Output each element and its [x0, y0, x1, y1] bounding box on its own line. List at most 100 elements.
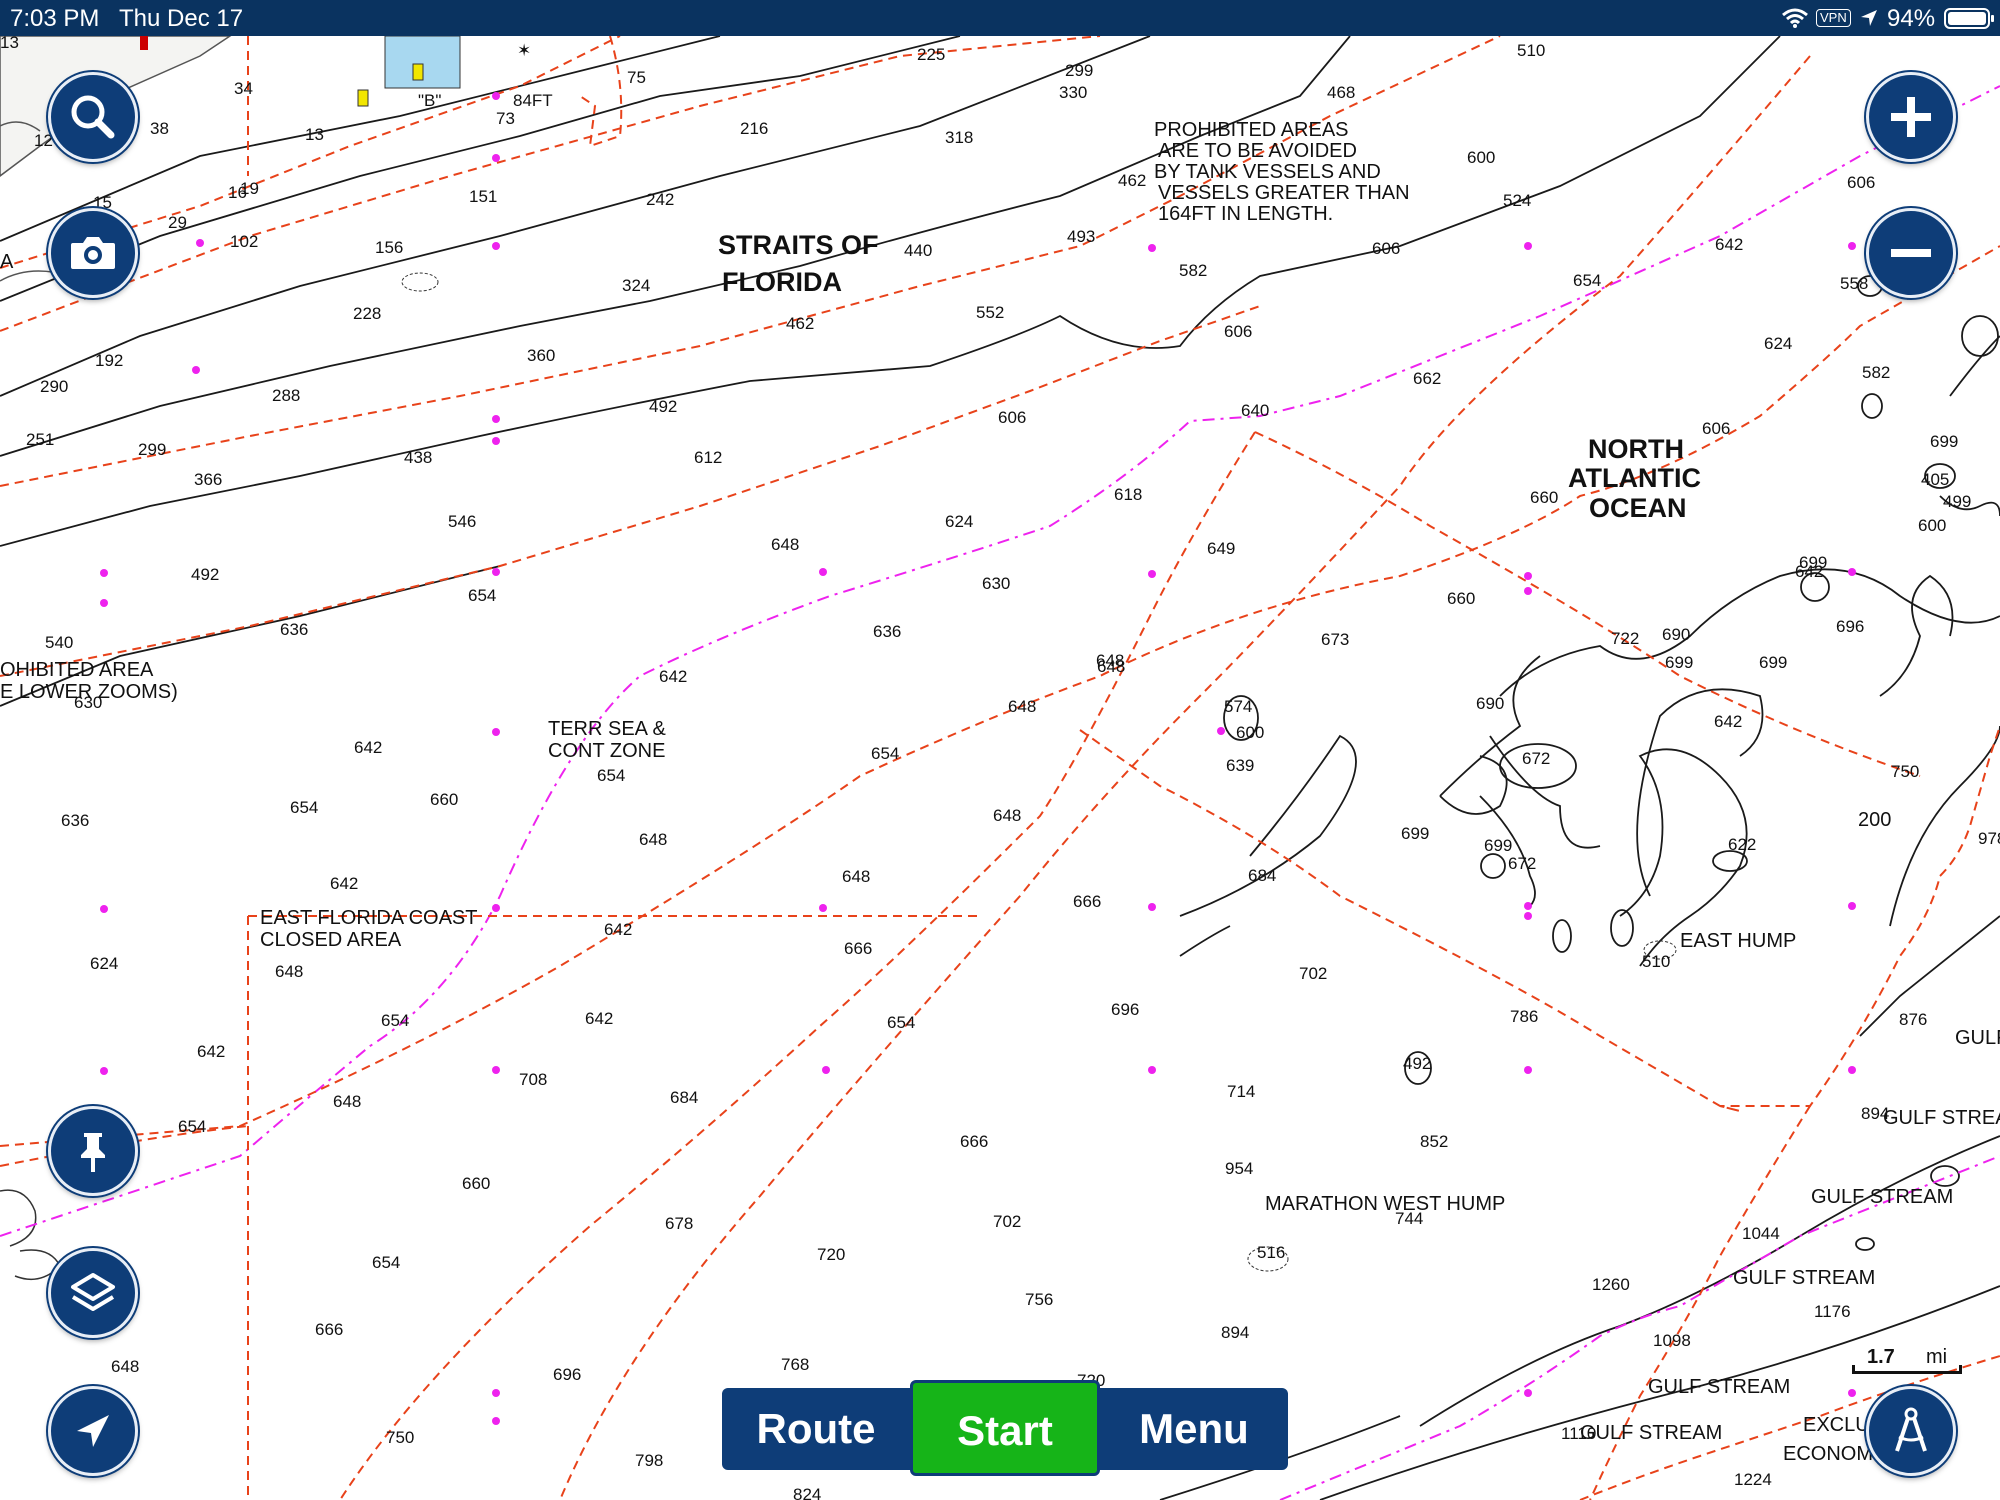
sounding: 696	[1111, 1000, 1139, 1019]
sounding: 768	[781, 1355, 809, 1374]
sounding: 672	[1508, 854, 1536, 873]
label-gulf-5: GULF STREAM	[1648, 1376, 1790, 1398]
sounding: 624	[945, 512, 973, 531]
sounding: 636	[873, 622, 901, 641]
label-prohibited-area-1: OHIBITED AREA	[0, 659, 154, 681]
nautical-chart[interactable]: ✶ STRAITS OF FLORIDA NORTH ATLANTIC OCEA…	[0, 36, 2000, 1500]
route-button[interactable]: Route	[722, 1388, 910, 1470]
sounding: 624	[90, 954, 118, 973]
sounding: 648	[333, 1092, 361, 1111]
label-exclusive-1: EXCLU	[1803, 1414, 1870, 1436]
sounding: 954	[1225, 1159, 1253, 1178]
sounding: 330	[1059, 83, 1087, 102]
locate-button[interactable]	[48, 1386, 138, 1476]
sounding: 324	[622, 276, 650, 295]
label-prohibited-4: VESSELS GREATER THAN	[1158, 182, 1410, 204]
label-gulf-3: GULF STREAM	[1811, 1186, 1953, 1208]
sounding: 468	[1327, 83, 1355, 102]
pushpin-icon	[81, 1133, 105, 1172]
sounding: 714	[1227, 1082, 1255, 1101]
label-north-atlantic-3: OCEAN	[1589, 493, 1687, 523]
label-terr-sea-1: TERR SEA &	[548, 718, 666, 740]
sounding: 600	[1467, 148, 1495, 167]
sounding: 648	[639, 830, 667, 849]
camera-button[interactable]	[48, 208, 138, 298]
sounding: 251	[26, 430, 54, 449]
sounding: 978	[1978, 829, 2000, 848]
sounding: 34	[234, 79, 253, 98]
sounding: 552	[976, 303, 1004, 322]
sounding: 405	[1921, 470, 1949, 489]
sounding: 798	[635, 1451, 663, 1470]
sounding: 666	[315, 1320, 343, 1339]
sounding: 299	[138, 440, 166, 459]
sounding: 642	[1714, 712, 1742, 731]
sounding: 1224	[1734, 1470, 1772, 1489]
label-straits-of-florida-1: STRAITS OF	[718, 230, 879, 260]
sounding: 524	[1503, 191, 1531, 210]
zoom-in-button[interactable]	[1866, 72, 1956, 162]
sounding: 582	[1179, 261, 1207, 280]
sounding: 648	[1097, 657, 1125, 676]
sounding: 894	[1861, 1104, 1889, 1123]
sounding: 1260	[1592, 1275, 1630, 1294]
territorial-boundary-line	[0, 85, 2000, 1500]
pin-button[interactable]	[48, 1106, 138, 1196]
sounding: 440	[904, 241, 932, 260]
sounding: 510	[1642, 952, 1670, 971]
sounding: 288	[272, 386, 300, 405]
search-button[interactable]	[48, 72, 138, 162]
status-bar: 7:03 PM Thu Dec 17 VPN 94%	[0, 0, 2000, 36]
sounding: 156	[375, 238, 403, 257]
sounding: 630	[982, 574, 1010, 593]
label-north-atlantic-2: ATLANTIC	[1568, 463, 1701, 493]
scale-unit: mi	[1926, 1346, 1948, 1368]
sounding: 672	[1522, 749, 1550, 768]
label-84ft: 84FT	[513, 91, 553, 110]
sounding: 624	[1764, 334, 1792, 353]
sounding: 722	[1611, 629, 1639, 648]
location-arrow-icon	[1861, 10, 1877, 26]
sounding: 606	[1224, 322, 1252, 341]
label-a: A	[0, 251, 14, 273]
label-prohibited-5: 164FT IN LENGTH.	[1158, 203, 1333, 225]
sounding: 492	[191, 565, 219, 584]
layers-button[interactable]	[48, 1248, 138, 1338]
plus-icon	[1891, 97, 1931, 137]
sounding: 366	[194, 470, 222, 489]
sounding: 642	[659, 667, 687, 686]
depth-soundings: 13 34 38 12 13 19 29 15 16 102 151 156 2…	[0, 36, 2000, 1500]
zoom-out-button[interactable]	[1866, 208, 1956, 298]
bottom-nav-bar: Route Start Menu	[722, 1380, 1288, 1476]
compass-button[interactable]	[1866, 1386, 1956, 1476]
sounding: 708	[519, 1070, 547, 1089]
chart-labels: STRAITS OF FLORIDA NORTH ATLANTIC OCEAN …	[0, 91, 2000, 1465]
menu-button[interactable]: Menu	[1100, 1388, 1288, 1470]
sounding: 750	[386, 1428, 414, 1447]
scale-value: 1.7	[1867, 1346, 1895, 1368]
sounding: 1044	[1742, 1224, 1780, 1243]
camera-icon	[71, 237, 115, 269]
sounding: 786	[1510, 1007, 1538, 1026]
sounding: 684	[1248, 866, 1276, 885]
sounding: 606	[1847, 173, 1875, 192]
label-gulf-4: GULF STREAM	[1733, 1267, 1875, 1289]
status-date: Thu Dec 17	[119, 5, 244, 32]
sounding: 699	[1930, 432, 1958, 451]
sounding: 894	[1221, 1323, 1249, 1342]
label-exclusive-2: ECONOMI	[1783, 1443, 1879, 1465]
sounding: 299	[1065, 61, 1093, 80]
sounding: 1098	[1653, 1331, 1691, 1350]
sounding: 228	[353, 304, 381, 323]
sounding: 824	[793, 1485, 821, 1500]
start-button[interactable]: Start	[910, 1380, 1100, 1476]
sounding: 696	[1836, 617, 1864, 636]
sounding: 13	[305, 125, 324, 144]
sounding: 360	[527, 346, 555, 365]
sounding: 618	[1114, 485, 1142, 504]
sounding: 29	[168, 213, 187, 232]
svg-text:✶: ✶	[517, 41, 531, 60]
status-time: 7:03 PM	[10, 5, 100, 32]
sounding: 654	[597, 766, 625, 785]
sounding: 666	[960, 1132, 988, 1151]
